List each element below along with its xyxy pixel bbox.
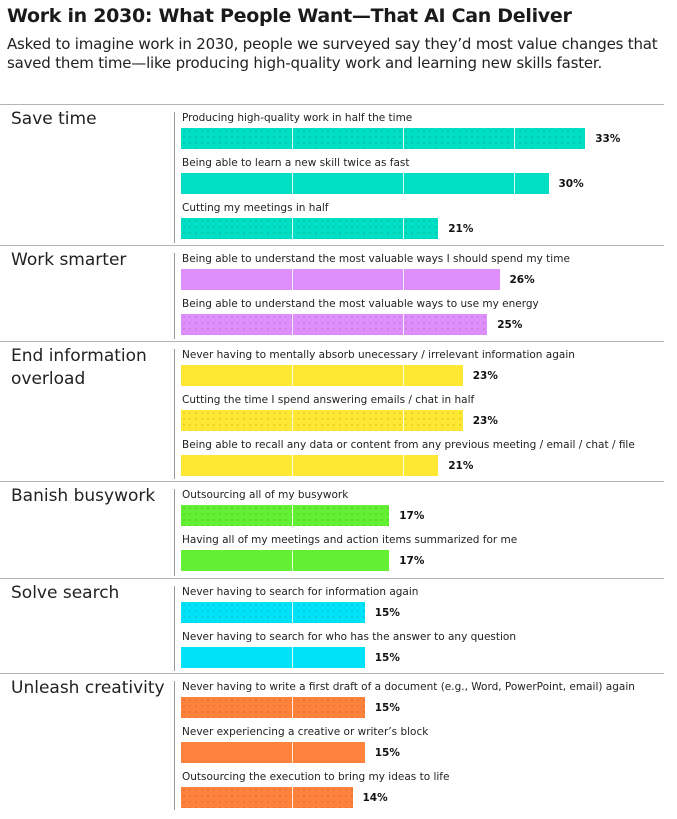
bar-label: Never having to search for information a…	[182, 586, 419, 598]
bar	[181, 128, 586, 149]
group-label: Solve search	[11, 583, 120, 603]
chart-title: Work in 2030: What People Want—That AI C…	[7, 5, 572, 27]
bar	[181, 602, 365, 623]
bar-gridline	[402, 455, 404, 476]
group-label: Work smarter	[11, 250, 127, 270]
bar-gridline	[291, 550, 293, 571]
bar-gridline	[291, 128, 293, 149]
group-section: Save time Producing high-quality work in …	[0, 104, 664, 246]
bar	[181, 269, 500, 290]
bar-value-label: 30%	[558, 178, 584, 190]
bar-gridline	[402, 173, 404, 194]
bar-gridline	[402, 128, 404, 149]
bar-value-label: 17%	[399, 510, 425, 522]
bar-label: Outsourcing all of my busywork	[182, 489, 349, 501]
group-section: Unleash creativity Never having to write …	[0, 673, 664, 813]
bar	[181, 410, 463, 431]
bar-gridline	[291, 742, 293, 763]
bar	[181, 647, 365, 668]
bar	[181, 455, 439, 476]
group-section: End information overload Never having to …	[0, 341, 664, 482]
bar-gridline	[291, 647, 293, 668]
bar-value-label: 33%	[595, 133, 621, 145]
bar-label: Being able to learn a new skill twice as…	[182, 157, 410, 169]
bar-gridline	[291, 505, 293, 526]
group-divider	[174, 253, 175, 339]
group-divider	[174, 586, 175, 671]
bar-value-label: 14%	[362, 792, 388, 804]
group-section: Work smarter Being able to understand the…	[0, 245, 664, 342]
bar-gridline	[402, 314, 404, 335]
bar-gridline	[291, 697, 293, 718]
bar	[181, 787, 353, 808]
bar-value-label: 21%	[448, 460, 474, 472]
bar-gridline	[291, 314, 293, 335]
bar-gridline	[291, 787, 293, 808]
bar-label: Being able to understand the most valuab…	[182, 298, 539, 310]
bar-label: Never having to write a first draft of a…	[182, 681, 635, 693]
bar-gridline	[291, 365, 293, 386]
bar-value-label: 23%	[472, 370, 498, 382]
bar-gridline	[291, 602, 293, 623]
bar-value-label: 15%	[374, 747, 400, 759]
bar-value-label: 21%	[448, 223, 474, 235]
bar-gridline	[291, 455, 293, 476]
bar-gridline	[291, 269, 293, 290]
bar-value-label: 26%	[509, 274, 535, 286]
bar-value-label: 25%	[497, 319, 523, 331]
group-label: Banish busywork	[11, 486, 156, 506]
bar-label: Never having to mentally absorb unecessa…	[182, 349, 575, 361]
group-label: Save time	[11, 109, 97, 129]
bar	[181, 742, 365, 763]
bar-value-label: 23%	[472, 415, 498, 427]
bar-gridline	[513, 173, 515, 194]
bar	[181, 218, 439, 239]
bar-label: Being able to understand the most valuab…	[182, 253, 570, 265]
bar-label: Never experiencing a creative or writer’…	[182, 726, 429, 738]
bar	[181, 365, 463, 386]
bar-value-label: 15%	[374, 702, 400, 714]
group-section: Solve search Never having to search for i…	[0, 578, 664, 674]
bar-gridline	[402, 218, 404, 239]
bar	[181, 173, 549, 194]
bar-gridline	[291, 173, 293, 194]
bar-label: Being able to recall any data or content…	[182, 439, 635, 451]
bar-value-label: 15%	[374, 652, 400, 664]
group-label: Unleash creativity	[11, 678, 165, 698]
group-divider	[174, 489, 175, 576]
bar	[181, 505, 390, 526]
bar-value-label: 17%	[399, 555, 425, 567]
bar-label: Cutting my meetings in half	[182, 202, 329, 214]
group-label: End information overload	[11, 346, 147, 389]
bar-gridline	[513, 128, 515, 149]
bar-gridline	[402, 269, 404, 290]
bar-gridline	[402, 365, 404, 386]
bar-gridline	[402, 410, 404, 431]
bar-label: Never having to search for who has the a…	[182, 631, 517, 643]
group-divider	[174, 681, 175, 810]
group-divider	[174, 112, 175, 243]
chart-subtitle: Asked to imagine work in 2030, people we…	[7, 35, 658, 72]
bar	[181, 314, 488, 335]
bar-gridline	[291, 218, 293, 239]
group-divider	[174, 349, 175, 479]
bar-gridline	[291, 410, 293, 431]
bar-value-label: 15%	[374, 607, 400, 619]
bar	[181, 550, 390, 571]
bar-label: Outsourcing the execution to bring my id…	[182, 771, 450, 783]
group-section: Banish busywork Outsourcing all of my bus…	[0, 481, 664, 579]
bar-label: Having all of my meetings and action ite…	[182, 534, 518, 546]
bar-label: Producing high-quality work in half the …	[182, 112, 413, 124]
bar-label: Cutting the time I spend answering email…	[182, 394, 475, 406]
bar	[181, 697, 365, 718]
